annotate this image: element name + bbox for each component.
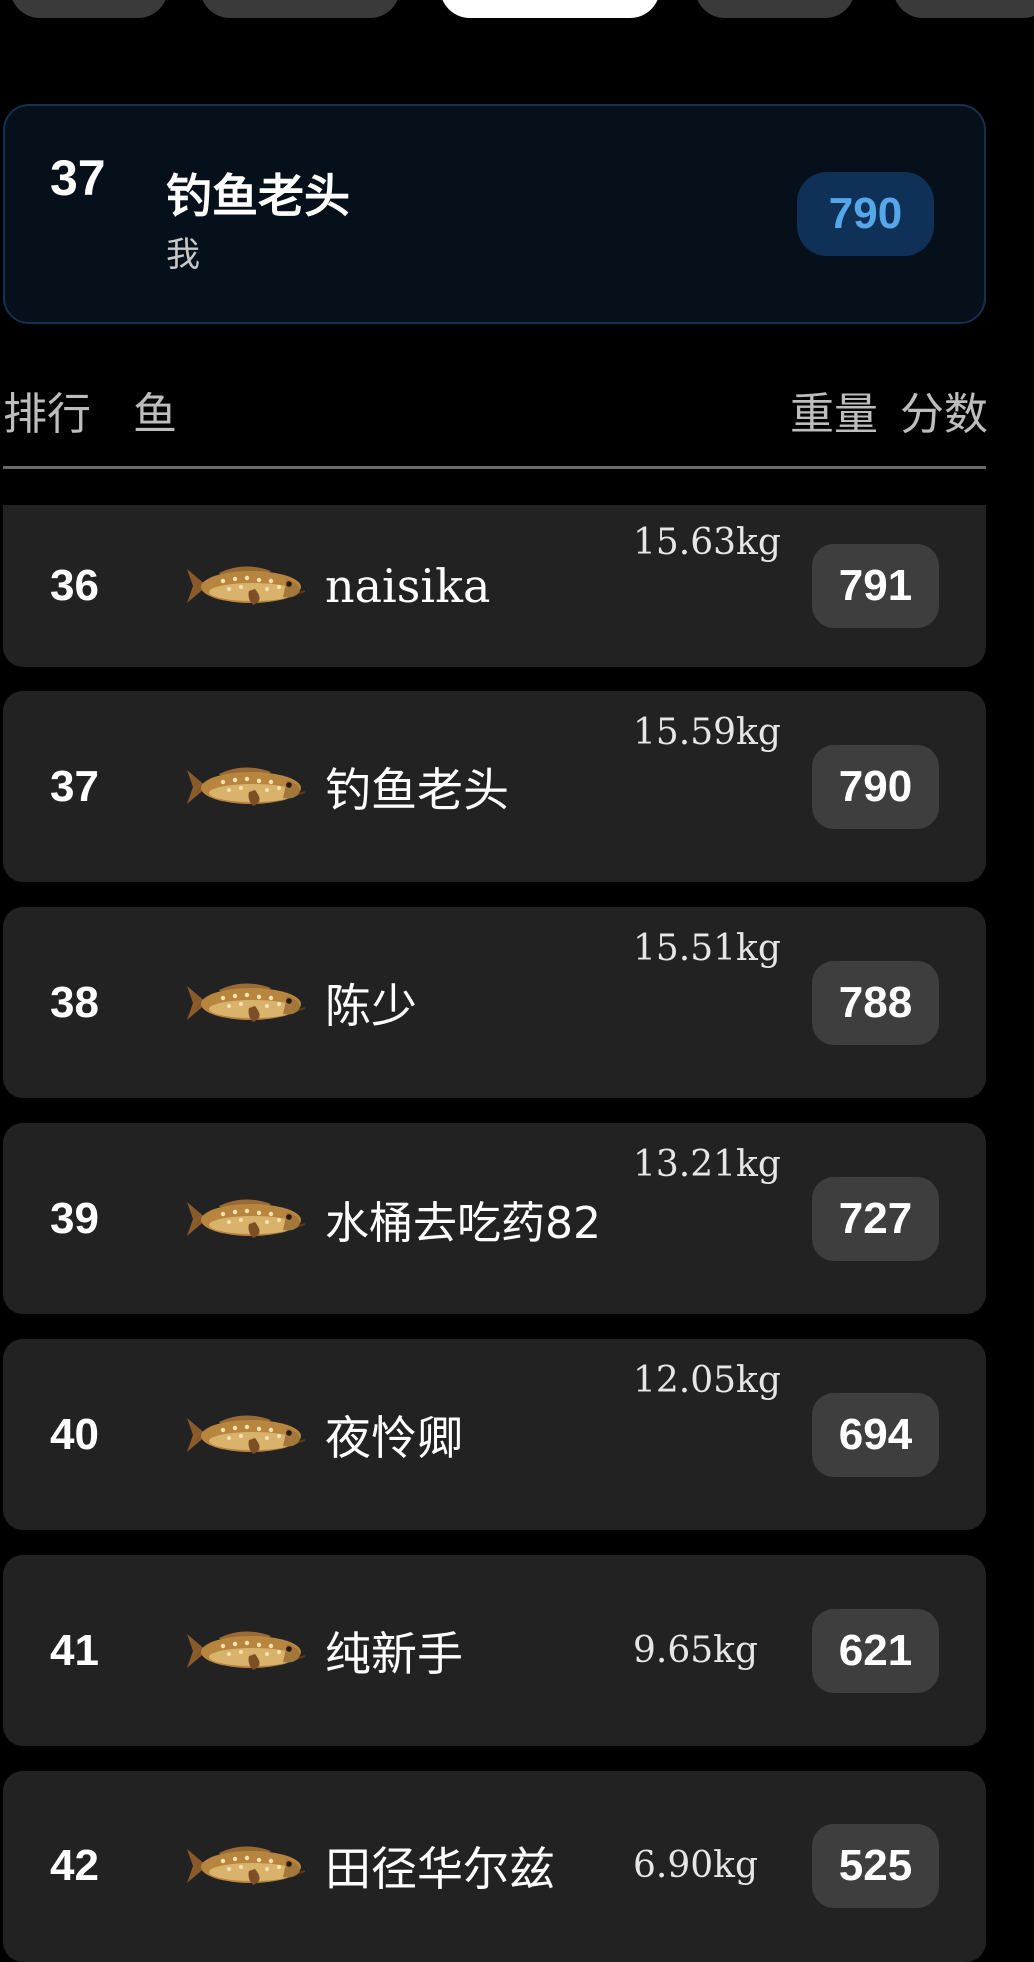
row-weight: 13.21kg (633, 1144, 781, 1185)
row-weight: 9.65kg (633, 1629, 759, 1671)
grouper-fish-icon (183, 1624, 307, 1678)
row-weight: 12.05kg (633, 1360, 781, 1401)
row-player-name: naisika (325, 559, 491, 613)
grouper-fish-icon (183, 1839, 307, 1893)
table-row[interactable]: 42 田径华尔兹 6.90kg 525 (3, 1771, 986, 1962)
row-rank: 40 (50, 1409, 99, 1459)
row-player-name: 钓鱼老头 (325, 762, 509, 817)
row-weight: 15.59kg (633, 712, 781, 753)
grouper-fish-icon (183, 1192, 307, 1246)
table-row[interactable]: 39 水桶去吃药82 13.21kg 727 (3, 1123, 986, 1314)
row-player-name: 纯新手 (325, 1626, 463, 1681)
row-rank: 36 (50, 561, 99, 610)
table-row[interactable]: 41 纯新手 9.65kg 621 (3, 1555, 986, 1746)
row-score-badge: 694 (812, 1392, 939, 1477)
grouper-fish-icon (183, 1408, 307, 1462)
row-player-name: 陈少 (325, 978, 417, 1033)
row-score-badge: 525 (812, 1824, 939, 1908)
row-weight: 6.90kg (633, 1845, 759, 1886)
leaderboard-list: 36 naisika 15.63kg 791 37 钓鱼老头 15.59kg 7… (0, 0, 1034, 1962)
row-score-badge: 788 (812, 960, 939, 1045)
row-rank: 39 (50, 1193, 99, 1243)
row-rank: 41 (50, 1625, 99, 1675)
row-player-name: 水桶去吃药82 (325, 1197, 601, 1249)
grouper-fish-icon (183, 760, 307, 814)
row-rank: 38 (50, 977, 99, 1027)
row-player-name: 夜怜卿 (325, 1410, 463, 1465)
row-weight: 15.63kg (633, 522, 781, 563)
row-score-badge: 790 (812, 744, 939, 829)
grouper-fish-icon (183, 559, 307, 613)
row-score-badge: 727 (812, 1176, 939, 1261)
table-row[interactable]: 37 钓鱼老头 15.59kg 790 (3, 691, 986, 882)
table-row[interactable]: 36 naisika 15.63kg 791 (3, 505, 986, 667)
row-score-badge: 791 (812, 544, 939, 628)
table-row[interactable]: 38 陈少 15.51kg 788 (3, 907, 986, 1098)
row-player-name: 田径华尔兹 (325, 1842, 555, 1896)
row-rank: 42 (50, 1841, 99, 1890)
row-score-badge: 621 (812, 1608, 939, 1693)
row-weight: 15.51kg (633, 928, 781, 969)
row-rank: 37 (50, 761, 99, 811)
grouper-fish-icon (183, 976, 307, 1030)
table-row[interactable]: 40 夜怜卿 12.05kg 694 (3, 1339, 986, 1530)
